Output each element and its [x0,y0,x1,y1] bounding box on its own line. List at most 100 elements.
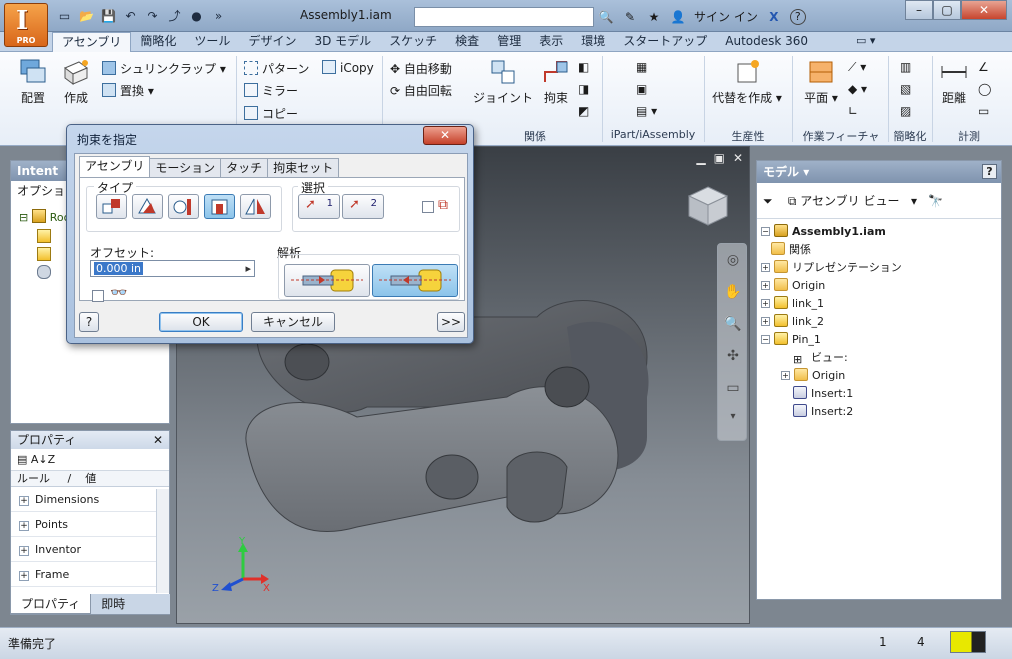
save-icon[interactable]: 💾 [100,8,117,24]
tree-node[interactable]: + リプレゼンテーション [761,259,902,277]
zoom-icon[interactable]: 🔍 [718,308,748,340]
offset-input[interactable]: 0.000 in ▸ [90,260,255,277]
property-row[interactable]: + Inventor [11,537,169,562]
shrinkwrap-button[interactable]: シュリンクラップ ▾ [102,60,226,77]
icopy-button[interactable]: iCopy [322,60,374,75]
measure-angle-icon[interactable]: ∠ [978,60,989,74]
property-row[interactable]: + Points [11,512,169,537]
create-button[interactable]: 作成 [58,58,94,106]
ribbon-tab-7[interactable]: 管理 [488,32,530,52]
tree-node[interactable]: + Origin [781,367,845,385]
property-row[interactable]: + Frame [11,562,169,587]
constrain-button[interactable]: 拘束 [538,58,574,106]
expand-toggle-icon[interactable]: ⊟ [19,211,28,224]
ribbon-tab-1[interactable]: 簡略化 [131,32,185,52]
search-input[interactable] [414,7,594,27]
work-axis-icon[interactable]: ⟋ ▾ [848,60,866,75]
ribbon-more-icon[interactable]: ▭ ▾ [856,34,875,47]
ribbon-tab-4[interactable]: 3D モデル [305,32,380,52]
favorites-star-icon[interactable]: ★ [646,10,662,24]
tree-expand-icon[interactable]: − [761,335,770,344]
tangent-constraint-button[interactable] [168,194,199,219]
tree-node[interactable]: Insert:1 [793,385,853,403]
return-icon[interactable]: ⤴ [166,8,183,24]
ribbon-tab-8[interactable]: 表示 [530,32,572,52]
assembly-view-selector[interactable]: アセンブリ ビュー [800,194,899,208]
tree-node[interactable]: 関係 [771,241,811,259]
measure-area-icon[interactable]: ▭ [978,104,989,118]
mirror-button[interactable]: ミラー [244,82,298,99]
pick-part-first-checkbox[interactable] [422,201,434,213]
ribbon-tab-6[interactable]: 検査 [446,32,488,52]
show-preview-checkbox[interactable] [92,290,104,302]
distance-button[interactable]: 距離 [936,58,972,106]
orbit-icon[interactable]: ✣ [718,340,748,372]
qat-more-icon[interactable]: » [210,8,227,24]
new-file-icon[interactable]: ▭ [56,8,73,24]
check-relations-icon[interactable]: ◩ [578,104,589,118]
navbar-menu-icon[interactable]: ▾ [718,404,748,430]
more-options-button[interactable]: >> [437,312,465,332]
symmetry-constraint-button[interactable] [240,194,271,219]
dialog-help-button[interactable]: ? [79,312,99,332]
pattern-button[interactable]: パターン [244,60,309,77]
tree-node[interactable]: Insert:2 [793,403,853,421]
ipart-edit-icon[interactable]: ▤ ▾ [636,104,657,118]
tree-node[interactable]: + link_1 [761,295,824,313]
ribbon-tab-0[interactable]: アセンブリ [52,32,132,52]
ipart-table-icon[interactable]: ▦ [636,60,647,74]
insert-constraint-button[interactable] [204,194,235,219]
close-properties-icon[interactable]: ✕ [153,431,163,449]
measure-loop-icon[interactable]: ◯ [978,82,991,96]
redo-icon[interactable]: ↷ [144,8,161,24]
mate-constraint-button[interactable] [96,194,127,219]
undo-icon[interactable]: ↶ [122,8,139,24]
viewport-minimize-icon[interactable]: ▁ [696,151,705,165]
ipart-create-icon[interactable]: ▣ [636,82,647,96]
offset-flyout-arrow-icon[interactable]: ▸ [245,261,251,276]
ribbon-tab-9[interactable]: 環境 [572,32,614,52]
help-icon[interactable]: ? [789,8,806,25]
show-relations-icon[interactable]: ◧ [578,60,589,74]
tab-immediate[interactable]: 即時 [91,594,135,614]
simplify-define-icon[interactable]: ▧ [900,82,911,96]
select-second-button[interactable]: ➚ 2 [342,194,384,219]
categorized-view-icon[interactable]: ▤ [17,453,27,466]
sign-in-link[interactable]: サイン イン [694,8,758,25]
tree-node[interactable]: − Assembly1.iam [761,223,886,241]
tab-properties[interactable]: プロパティ [10,594,92,614]
intent-child-node-2[interactable] [37,247,55,262]
substitute-button[interactable]: 代替を作成 ▾ [712,58,782,106]
close-window-button[interactable]: ✕ [961,0,1007,20]
dialog-tab-0[interactable]: アセンブリ [79,156,151,177]
solution-aligned-button[interactable] [372,264,458,297]
tree-node[interactable]: + link_2 [761,313,824,331]
tree-expand-icon[interactable]: + [761,263,770,272]
tree-node[interactable]: + Origin [761,277,825,295]
maximize-button[interactable]: ▢ [933,0,961,20]
free-rotate-button[interactable]: ⟳ 自由回転 [390,82,452,99]
tree-expand-icon[interactable]: + [761,299,770,308]
dialog-close-button[interactable]: ✕ [423,126,467,145]
hide-relations-icon[interactable]: ◨ [578,82,589,96]
application-menu-button[interactable]: I PRO [4,3,48,47]
viewport-close-icon[interactable]: ✕ [733,151,743,165]
properties-scrollbar[interactable] [156,489,169,593]
pan-hand-icon[interactable]: ✋ [718,276,748,308]
look-at-icon[interactable]: ▭ [718,372,748,404]
binoculars-search-icon[interactable]: 🔍 [598,10,614,24]
work-point-icon[interactable]: ◆ ▾ [848,82,867,96]
expand-property-icon[interactable]: + [19,546,29,556]
ribbon-tab-3[interactable]: デザイン [239,32,305,52]
tree-expand-icon[interactable]: + [781,371,790,380]
dialog-tab-1[interactable]: モーション [149,158,222,177]
find-binoculars-icon[interactable]: 🔭 [928,194,943,208]
intent-child-node-3[interactable] [37,265,55,280]
tree-expand-icon[interactable]: − [761,227,770,236]
user-icon[interactable]: 👤 [670,10,686,24]
tree-node[interactable]: ⊞ ビュー: [793,349,848,367]
expand-property-icon[interactable]: + [19,571,29,581]
copy-button[interactable]: コピー [244,105,298,122]
viewcube-icon[interactable] [685,183,731,229]
select-first-button[interactable]: ➚ 1 [298,194,340,219]
